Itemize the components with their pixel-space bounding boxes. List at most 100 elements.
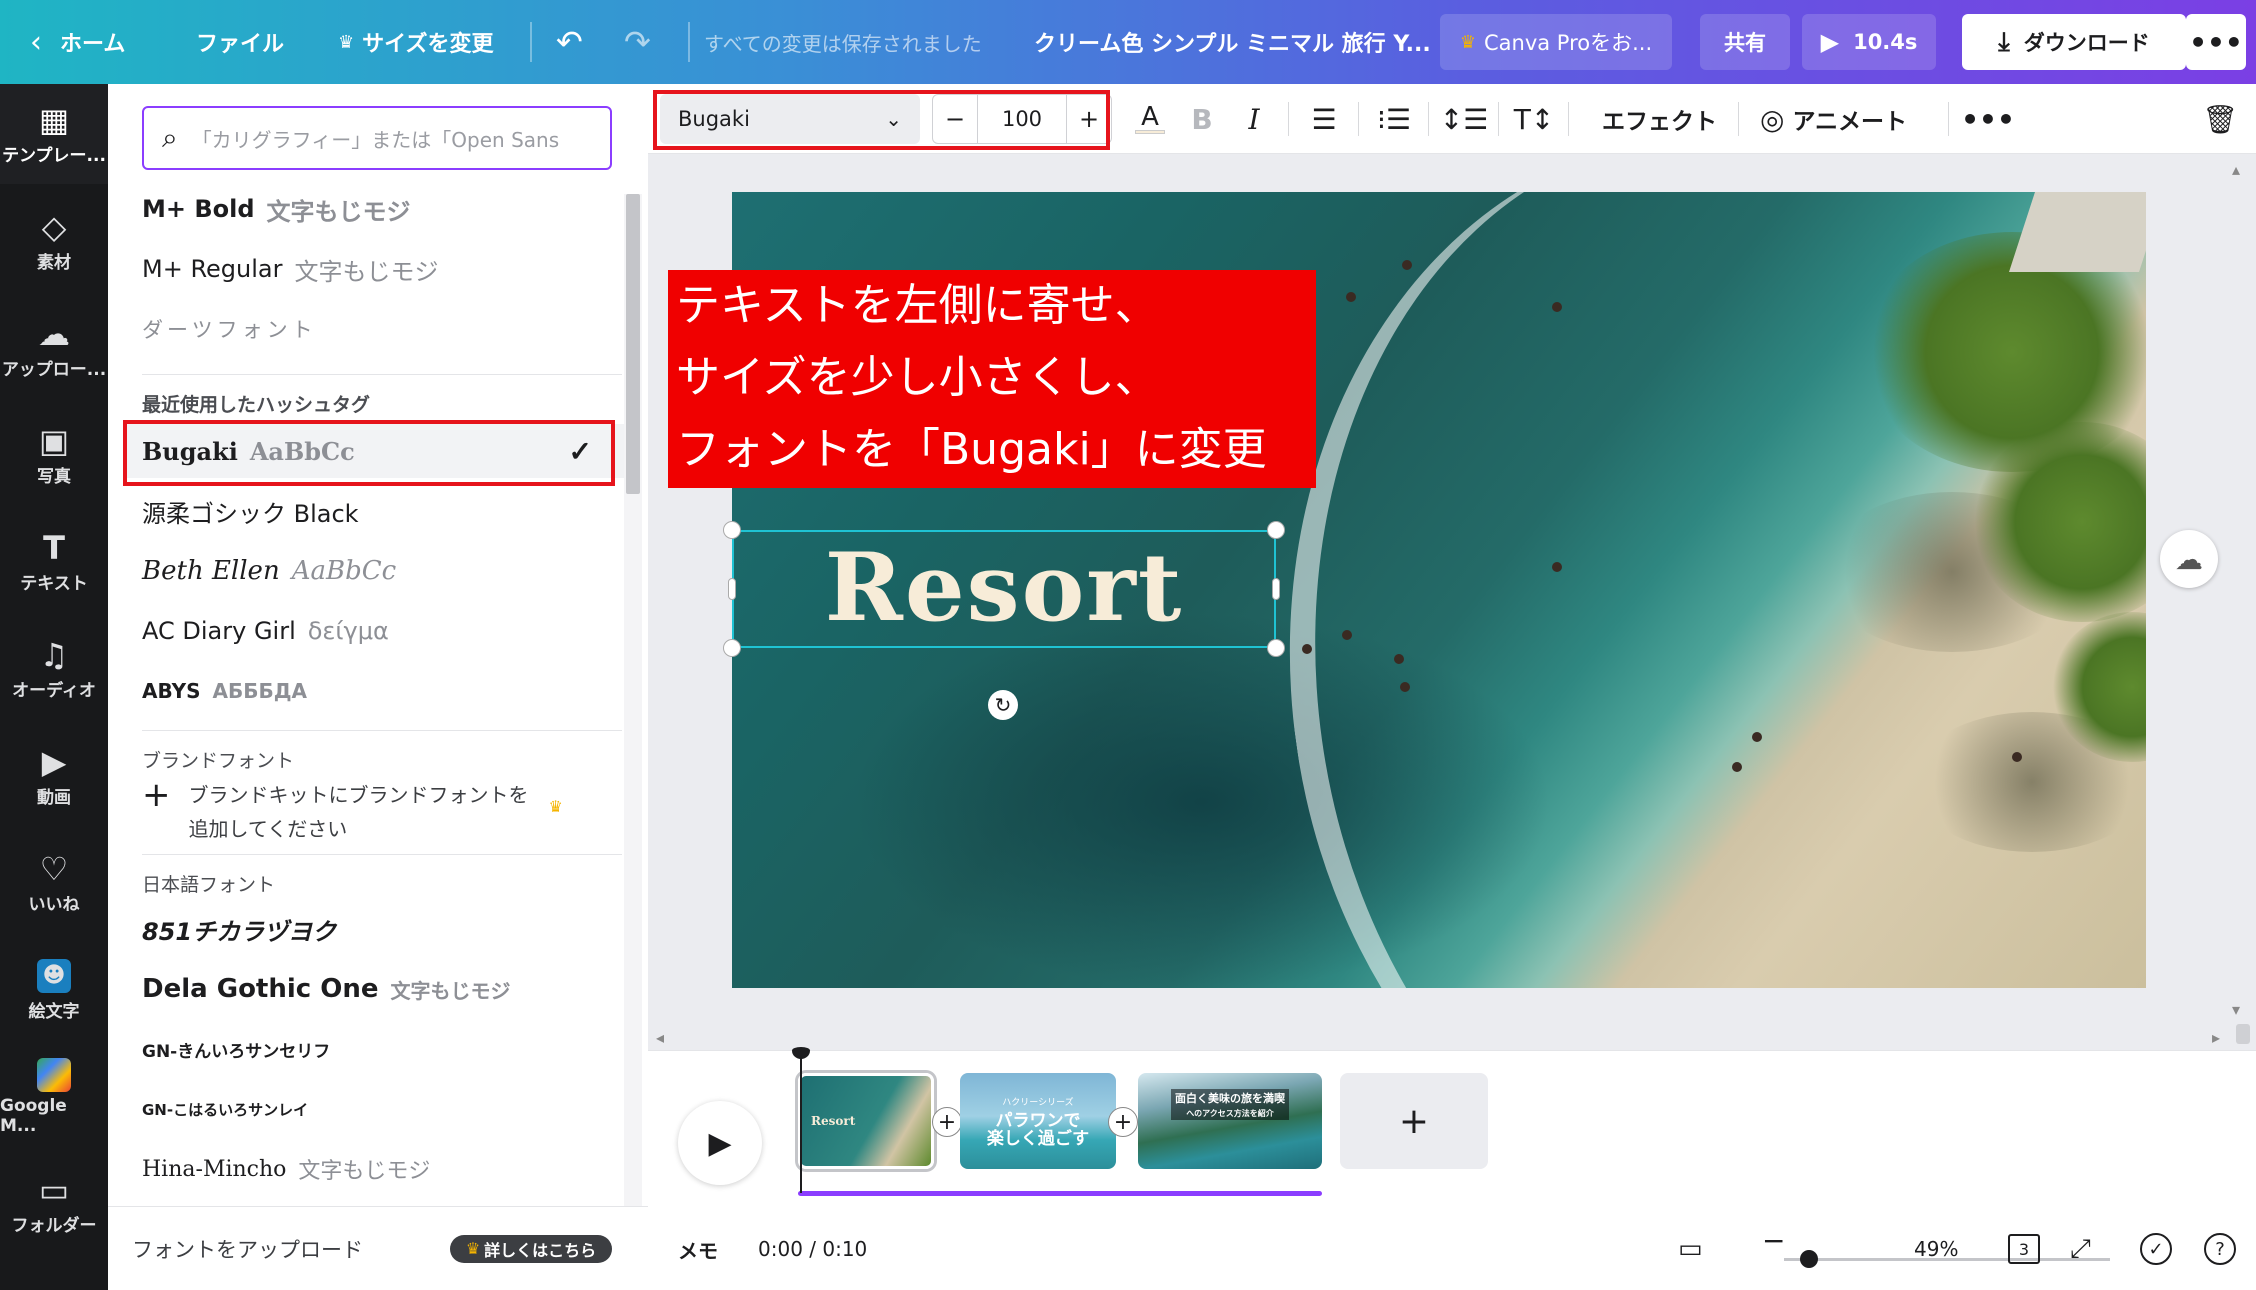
effects-button[interactable]: エフェクト <box>1602 96 1717 142</box>
rail-item-video[interactable]: ▶ 動画 <box>0 726 108 826</box>
font-item-beth-ellen[interactable]: Beth Ellen AaBbCc <box>142 544 622 598</box>
beach-person <box>1552 302 1562 312</box>
resize-button[interactable]: ♛ サイズを変更 <box>338 0 493 84</box>
zoom-level[interactable]: 49% <box>1914 1237 1958 1261</box>
italic-icon[interactable]: I <box>1232 96 1276 142</box>
rail-item-likes[interactable]: ♡ いいね <box>0 833 108 933</box>
scroll-up-icon[interactable]: ▴ <box>2232 160 2240 179</box>
page-count-button[interactable]: 3 <box>2008 1234 2040 1264</box>
rail-item-elements[interactable]: ◇ 素材 <box>0 191 108 291</box>
font-item-darts[interactable]: ダーツフォント <box>142 302 622 356</box>
redo-icon[interactable]: ↷ <box>624 0 651 84</box>
home-label: ホーム <box>60 32 126 57</box>
text-transform-icon[interactable]: T↕ <box>1510 96 1558 142</box>
font-upload-bar: フォントをアップロード ♛ 詳しくはこちら <box>108 1206 648 1290</box>
selection-box <box>732 530 1276 648</box>
font-sample: 文字もじモジ <box>266 197 411 226</box>
zoom-slider-knob[interactable] <box>1800 1250 1818 1268</box>
font-name: Dela Gothic One <box>142 974 379 1004</box>
grid-view-icon[interactable]: ▭ <box>1678 1234 1703 1264</box>
font-item-hina-mincho[interactable]: Hina-Mincho 文字もじモジ <box>142 1142 622 1196</box>
more-options-button[interactable]: ••• <box>2186 14 2246 70</box>
resize-handle[interactable] <box>1267 521 1285 539</box>
font-search-input[interactable]: ⌕ 「カリグラフィー」または「Open Sans <box>142 106 612 170</box>
list-icon[interactable]: ⁝☰ <box>1370 96 1418 142</box>
design-title[interactable]: クリーム色 シンプル ミニマル 旅行 Y... <box>1034 0 1431 84</box>
rail-item-emoji[interactable]: ☻ 絵文字 <box>0 940 108 1040</box>
divider <box>1948 102 1949 136</box>
font-item-851-chikarazuyoku[interactable]: 851チカラヅヨク <box>142 902 622 956</box>
rotate-icon[interactable]: ↻ <box>988 690 1018 720</box>
font-panel: ⌕ 「カリグラフィー」または「Open Sans M+ Bold 文字もじモジ M+… <box>108 84 648 1290</box>
spacing-icon[interactable]: ↕☰ <box>1440 96 1489 142</box>
share-button[interactable]: 共有 <box>1700 14 1790 70</box>
add-clip-button[interactable]: + <box>1340 1073 1488 1169</box>
playhead-handle[interactable] <box>792 1047 810 1059</box>
font-item-m-plus-bold[interactable]: M+ Bold 文字もじモジ <box>142 182 622 236</box>
home-button[interactable]: ‹ ホーム <box>30 0 125 84</box>
scroll-down-icon[interactable]: ▾ <box>2232 1000 2240 1019</box>
font-item-gn-koharu-iro[interactable]: GN-こはるいろサンレイ <box>142 1082 622 1136</box>
trash-icon[interactable]: 🗑 <box>2196 96 2244 142</box>
timeline-clip-3[interactable]: 面白く美味の旅を満喫 へのアクセス方法を紹介 <box>1138 1073 1322 1169</box>
zoom-out-icon[interactable]: − <box>1762 1224 1785 1257</box>
elements-icon: ◇ <box>41 207 67 246</box>
download-button[interactable]: ⤓ ダウンロード <box>1962 14 2186 70</box>
add-transition-button[interactable]: + <box>932 1107 962 1137</box>
clip-title: Resort <box>811 1114 856 1128</box>
crown-icon: ♛ <box>465 1239 481 1258</box>
scroll-left-icon[interactable]: ◂ <box>656 1028 664 1047</box>
bold-icon[interactable]: B <box>1180 96 1224 142</box>
present-button[interactable]: ▶ 10.4s <box>1802 14 1936 70</box>
search-icon: ⌕ <box>162 121 178 154</box>
learn-more-badge[interactable]: ♛ 詳しくはこちら <box>450 1234 612 1263</box>
add-brand-font-button[interactable]: + ブランドキットにブランドフォントを 追加してください ♛ <box>142 778 622 846</box>
annotation-caption: テキストを左側に寄せ、 サイズを少し小さくし、 フォントを「Bugaki」に変更 <box>668 270 1316 488</box>
canva-pro-button[interactable]: ♛ Canva Proをお... <box>1440 14 1672 70</box>
align-center-icon[interactable]: ☰ <box>1300 96 1348 142</box>
upload-font-link[interactable]: フォントをアップロード <box>132 1234 363 1264</box>
check-icon[interactable]: ✓ <box>2140 1233 2172 1265</box>
help-icon[interactable]: ? <box>2204 1233 2236 1265</box>
rail-item-upload[interactable]: ☁ アップロー... <box>0 298 108 398</box>
font-item-ac-diary-girl[interactable]: AC Diary Girl δείγμα <box>142 604 622 658</box>
rail-item-templates[interactable]: ▦ テンプレー... <box>0 84 108 184</box>
crown-icon: ♛ <box>338 31 355 53</box>
rail-label: 写真 <box>37 466 71 487</box>
more-icon[interactable]: ••• <box>1961 96 2015 142</box>
fullscreen-icon[interactable]: ⤢ <box>2070 1234 2091 1265</box>
font-item-gn-kin-iro[interactable]: GN-きんいろサンセリフ <box>142 1022 622 1076</box>
font-item-genjyuu-gothic[interactable]: 源柔ゴシック Black <box>142 484 622 538</box>
animate-button[interactable]: ◎ アニメート <box>1760 96 1907 142</box>
rail-item-google-maps[interactable]: Google M... <box>0 1047 108 1147</box>
text-color-button[interactable]: A <box>1128 96 1172 142</box>
side-handle[interactable] <box>728 578 736 600</box>
animate-label: アニメート <box>1792 109 1907 135</box>
add-transition-button[interactable]: + <box>1108 1107 1138 1137</box>
timeline-clip-1[interactable]: Resort <box>798 1073 934 1169</box>
rail-label: 絵文字 <box>28 1001 80 1022</box>
font-item-abys[interactable]: ABYS АБББДА <box>142 664 622 718</box>
canvas-scroll-thumb[interactable] <box>2236 1024 2250 1044</box>
rail-item-photos[interactable]: ▣ 写真 <box>0 405 108 505</box>
notes-button[interactable]: メモ <box>678 1235 718 1264</box>
clip-title: パラワンで <box>995 1111 1081 1131</box>
rail-item-folders[interactable]: ▭ フォルダー <box>0 1154 108 1254</box>
resize-handle[interactable] <box>1267 639 1285 657</box>
panel-scroll-thumb[interactable] <box>626 194 640 494</box>
timeline-clip-2[interactable]: ハクリーシリーズ パラワンで 楽しく過ごす <box>960 1073 1116 1169</box>
side-handle[interactable] <box>1272 578 1280 600</box>
playhead[interactable] <box>800 1051 802 1193</box>
resize-handle[interactable] <box>723 521 741 539</box>
rail-item-text[interactable]: T テキスト <box>0 512 108 612</box>
add-comment-icon[interactable]: ☁ <box>2160 530 2218 588</box>
file-menu-button[interactable]: ファイル <box>196 0 284 84</box>
timeline-play-button[interactable]: ▶ <box>678 1101 762 1185</box>
scroll-right-icon[interactable]: ▸ <box>2212 1028 2220 1047</box>
font-item-m-plus-regular[interactable]: M+ Regular 文字もじモジ <box>142 242 622 296</box>
rail-item-audio[interactable]: ♫ オーディオ <box>0 619 108 719</box>
undo-icon[interactable]: ↶ <box>556 0 583 84</box>
plus-icon: + <box>142 775 171 815</box>
resize-handle[interactable] <box>723 639 741 657</box>
font-item-dela-gothic-one[interactable]: Dela Gothic One 文字もじモジ <box>142 962 622 1016</box>
